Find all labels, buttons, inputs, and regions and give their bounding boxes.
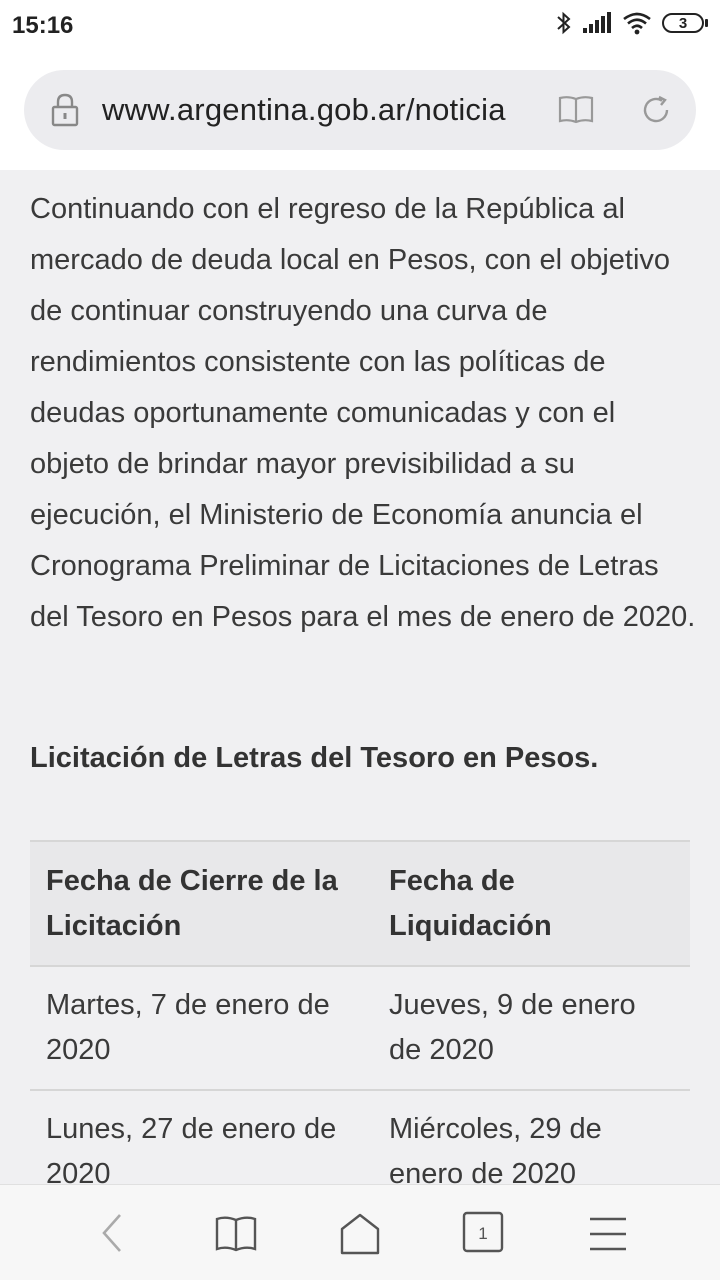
table-header-cierre: Fecha de Cierre de la Licitación: [30, 841, 373, 966]
bottom-nav: 1: [0, 1184, 720, 1280]
tab-count: 1: [478, 1224, 487, 1243]
bluetooth-icon: [556, 10, 572, 36]
table-cell: Lunes, 27 de enero de 2020: [46, 1113, 337, 1184]
reader-mode-icon[interactable]: [558, 94, 594, 129]
home-icon[interactable]: [336, 1209, 384, 1262]
table-row: Martes, 7 de enero de 2020 Jueves, 9 de …: [30, 966, 690, 1090]
url-text[interactable]: www.argentina.gob.ar/noticia: [102, 92, 506, 128]
menu-icon[interactable]: [586, 1215, 630, 1260]
back-icon[interactable]: [96, 1209, 128, 1262]
address-bar[interactable]: www.argentina.gob.ar/noticia: [24, 70, 696, 150]
reload-icon[interactable]: [640, 94, 672, 131]
table-row: Lunes, 27 de enero de 2020 Miércoles, 29…: [30, 1090, 690, 1184]
schedule-table: Fecha de Cierre de la Licitación Fecha d…: [30, 840, 690, 1184]
signal-icon: [582, 12, 612, 34]
table-cell: Jueves, 9 de enero de 2020: [389, 989, 636, 1066]
battery-level: 3: [662, 13, 704, 33]
table-header-row: Fecha de Cierre de la Licitación Fecha d…: [30, 841, 690, 966]
section-heading: Licitación de Letras del Tesoro en Pesos…: [30, 742, 599, 774]
table-cell: Martes, 7 de enero de 2020: [46, 989, 330, 1066]
browser-toolbar: www.argentina.gob.ar/noticia: [0, 52, 720, 170]
tabs-icon[interactable]: 1: [462, 1211, 504, 1258]
page-content[interactable]: Continuando con el regreso de la Repúbli…: [0, 170, 720, 1184]
lock-icon[interactable]: [50, 92, 80, 133]
status-time: 15:16: [12, 12, 74, 39]
bookmarks-icon[interactable]: [214, 1209, 258, 1262]
status-icons: 3: [556, 10, 708, 36]
status-bar: 15:16 3: [0, 0, 720, 52]
table-cell: Miércoles, 29 de enero de 2020: [389, 1113, 602, 1184]
battery-icon: 3: [662, 13, 708, 33]
wifi-icon: [622, 11, 652, 35]
article-paragraph: Continuando con el regreso de la Repúbli…: [30, 193, 696, 633]
table-header-liquidacion: Fecha de Liquidación: [373, 841, 690, 966]
